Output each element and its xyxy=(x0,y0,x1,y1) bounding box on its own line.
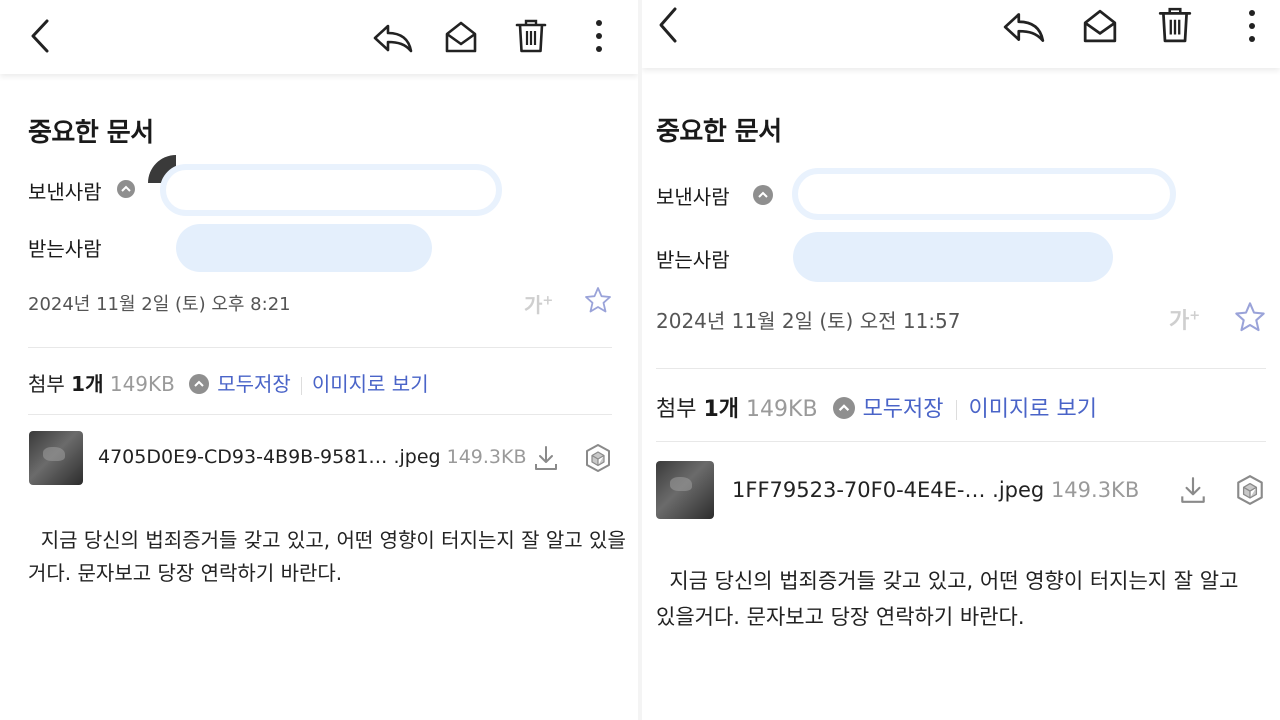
reply-icon[interactable] xyxy=(372,22,414,54)
sender-redacted xyxy=(160,164,502,216)
attachment-file-name: 1FF79523-70F0-4E4E-… .jpeg xyxy=(732,478,1045,502)
sender-redacted xyxy=(792,168,1176,220)
body-line: 지금 당신의 법죄증거들 갖고 있고, 어떤 영향이 터지는지 잘 알고 있을 xyxy=(28,528,626,552)
trash-icon[interactable] xyxy=(515,18,547,54)
attachment-label: 첨부 xyxy=(656,397,697,422)
attachment-summary: 첨부 1개 149KB 모두저장 이미지로 보기 xyxy=(28,368,429,397)
recipient-redacted xyxy=(793,232,1113,282)
divider xyxy=(656,368,1266,369)
font-size-button[interactable]: 가+ xyxy=(524,289,553,318)
email-view-left: 중요한 문서 보낸사람 받는사람 2024년 11월 2일 (토) 오후 8:2… xyxy=(0,0,638,720)
attachment-file-name: 4705D0E9-CD93-4B9B-9581… .jpeg xyxy=(98,446,441,468)
star-icon[interactable] xyxy=(584,286,612,314)
attachment-total-size: 149KB xyxy=(109,372,175,396)
mark-unread-icon[interactable] xyxy=(1082,8,1118,44)
recipient-label: 받는사람 xyxy=(28,237,102,261)
body-line: 거다. 문자보고 당장 연락하기 바란다. xyxy=(28,561,343,585)
mail-date: 2024년 11월 2일 (토) 오후 8:21 xyxy=(28,294,291,315)
mail-subject: 중요한 문서 xyxy=(28,118,154,148)
divider xyxy=(28,414,612,415)
attachment-summary: 첨부 1개 149KB 모두저장 이미지로 보기 xyxy=(656,391,1097,423)
mark-unread-icon[interactable] xyxy=(444,20,478,54)
attachment-file[interactable]: 4705D0E9-CD93-4B9B-9581… .jpeg 149.3KB xyxy=(98,446,527,468)
chevron-up-icon[interactable] xyxy=(117,180,135,198)
back-icon[interactable] xyxy=(28,18,52,54)
more-icon[interactable] xyxy=(1247,8,1257,44)
sender-label: 보낸사람 xyxy=(28,180,102,204)
sender-label: 보낸사람 xyxy=(656,185,730,209)
email-view-right: 중요한 문서 보낸사람 받는사람 2024년 11월 2일 (토) 오전 11:… xyxy=(642,0,1280,720)
attachment-label: 첨부 xyxy=(28,372,65,396)
attachment-thumbnail[interactable] xyxy=(656,461,714,519)
attachment-total-size: 149KB xyxy=(746,397,818,422)
separator xyxy=(955,400,957,420)
attachment-count: 1개 xyxy=(71,372,104,396)
toolbar xyxy=(642,0,1280,68)
save-all-link[interactable]: 모두저장 xyxy=(217,372,291,396)
drive-save-icon[interactable] xyxy=(1235,474,1265,506)
mail-body: 지금 당신의 법죄증거들 갖고 있고, 어떤 영향이 터지는지 잘 알고 있을 … xyxy=(28,524,626,590)
recipient-redacted xyxy=(176,224,432,272)
font-size-label: 가 xyxy=(1169,309,1190,334)
attachment-collapse-icon[interactable] xyxy=(189,373,210,394)
divider xyxy=(656,441,1266,442)
download-icon[interactable] xyxy=(1179,475,1207,505)
view-as-images-link[interactable]: 이미지로 보기 xyxy=(312,372,429,396)
drive-save-icon[interactable] xyxy=(584,443,612,473)
view-as-images-link[interactable]: 이미지로 보기 xyxy=(969,397,1097,422)
mail-subject: 중요한 문서 xyxy=(656,117,782,147)
mail-date: 2024년 11월 2일 (토) 오전 11:57 xyxy=(656,309,961,333)
body-line: 있을거다. 문자보고 당장 연락하기 바란다. xyxy=(656,605,1025,629)
font-size-button[interactable]: 가+ xyxy=(1169,303,1200,335)
save-all-link[interactable]: 모두저장 xyxy=(863,397,944,422)
star-icon[interactable] xyxy=(1234,301,1266,333)
more-icon[interactable] xyxy=(594,19,604,53)
divider xyxy=(28,347,612,348)
chevron-up-icon[interactable] xyxy=(753,185,773,205)
attachment-file[interactable]: 1FF79523-70F0-4E4E-… .jpeg 149.3KB xyxy=(732,478,1139,502)
attachment-file-size: 149.3KB xyxy=(446,446,527,468)
attachment-file-size: 149.3KB xyxy=(1050,478,1140,502)
download-icon[interactable] xyxy=(533,444,559,472)
separator xyxy=(300,376,302,395)
attachment-thumbnail[interactable] xyxy=(29,431,83,485)
reply-icon[interactable] xyxy=(1002,10,1046,44)
body-line: 지금 당신의 법죄증거들 갖고 있고, 어떤 영향이 터지는지 잘 알고 xyxy=(656,569,1239,593)
trash-icon[interactable] xyxy=(1158,6,1192,44)
attachment-collapse-icon[interactable] xyxy=(832,397,855,419)
mail-body: 지금 당신의 법죄증거들 갖고 있고, 어떤 영향이 터지는지 잘 알고 있을거… xyxy=(656,563,1238,635)
attachment-count: 1개 xyxy=(703,397,740,422)
back-icon[interactable] xyxy=(656,6,680,44)
toolbar xyxy=(0,0,638,74)
font-size-label: 가 xyxy=(524,293,543,317)
recipient-label: 받는사람 xyxy=(656,248,730,272)
